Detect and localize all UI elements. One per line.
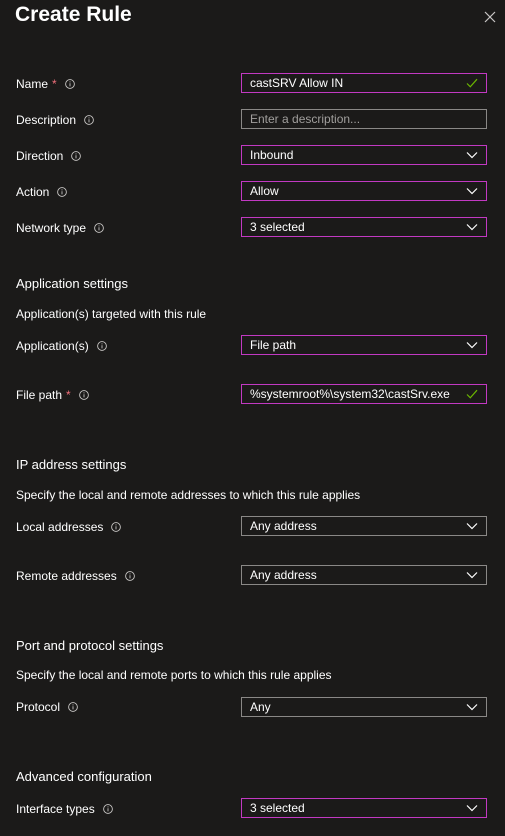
info-icon[interactable]	[103, 804, 113, 814]
chevron-down-icon	[466, 341, 478, 349]
description-label: Description	[16, 110, 94, 130]
info-icon[interactable]	[111, 522, 121, 532]
info-icon[interactable]	[84, 115, 94, 125]
protocol-dropdown[interactable]: Any	[241, 697, 487, 717]
create-rule-panel: Create Rule Name * castSRV Allow IN Desc…	[0, 0, 505, 836]
name-value: castSRV Allow IN	[250, 76, 344, 90]
protocol-value: Any	[250, 700, 271, 714]
action-label-text: Action	[16, 185, 50, 199]
applications-label-text: Application(s)	[16, 339, 89, 353]
network-type-value: 3 selected	[250, 220, 305, 234]
remote-addresses-label-text: Remote addresses	[16, 569, 117, 583]
ip-settings-description: Specify the local and remote addresses t…	[16, 488, 361, 502]
local-addresses-label: Local addresses	[16, 517, 121, 537]
panel-title: Create Rule	[15, 3, 132, 26]
info-icon[interactable]	[79, 390, 89, 400]
remote-addresses-label: Remote addresses	[16, 566, 135, 586]
application-settings-description: Application(s) targeted with this rule	[16, 307, 207, 321]
network-type-dropdown[interactable]: 3 selected	[241, 217, 487, 237]
chevron-down-icon	[466, 522, 478, 530]
advanced-heading: Advanced configuration	[16, 769, 152, 784]
network-type-label: Network type	[16, 218, 104, 238]
info-icon[interactable]	[65, 79, 75, 89]
checkmark-icon	[466, 78, 478, 88]
protocol-label: Protocol	[16, 697, 78, 717]
file-path-label: File path *	[16, 385, 89, 405]
chevron-down-icon	[466, 804, 478, 812]
name-label-text: Name	[16, 77, 49, 91]
info-icon[interactable]	[97, 341, 107, 351]
chevron-down-icon	[466, 223, 478, 231]
interface-types-label-text: Interface types	[16, 802, 95, 816]
info-icon[interactable]	[68, 702, 78, 712]
chevron-down-icon	[466, 151, 478, 159]
local-addresses-value: Any address	[250, 519, 317, 533]
chevron-down-icon	[466, 187, 478, 195]
info-icon[interactable]	[71, 151, 81, 161]
chevron-down-icon	[466, 703, 478, 711]
direction-value: Inbound	[250, 148, 294, 162]
description-placeholder: Enter a description...	[250, 112, 361, 126]
direction-label: Direction	[16, 146, 81, 166]
file-path-field[interactable]: %systemroot%\system32\castSrv.exe	[241, 384, 487, 404]
info-icon[interactable]	[94, 223, 104, 233]
applications-dropdown[interactable]: File path	[241, 335, 487, 355]
action-value: Allow	[250, 184, 279, 198]
application-settings-heading: Application settings	[16, 276, 129, 291]
direction-dropdown[interactable]: Inbound	[241, 145, 487, 165]
ip-settings-heading: IP address settings	[16, 457, 127, 472]
description-field[interactable]: Enter a description...	[241, 109, 487, 129]
close-icon[interactable]	[482, 9, 498, 25]
port-settings-heading: Port and protocol settings	[16, 638, 164, 653]
info-icon[interactable]	[57, 187, 67, 197]
local-addresses-dropdown[interactable]: Any address	[241, 516, 487, 536]
info-icon[interactable]	[125, 571, 135, 581]
interface-types-value: 3 selected	[250, 801, 305, 815]
interface-types-dropdown[interactable]: 3 selected	[241, 798, 487, 818]
action-dropdown[interactable]: Allow	[241, 181, 487, 201]
remote-addresses-value: Any address	[250, 568, 317, 582]
network-type-label-text: Network type	[16, 221, 87, 235]
port-settings-description: Specify the local and remote ports to wh…	[16, 668, 332, 682]
direction-label-text: Direction	[16, 149, 64, 163]
checkmark-icon	[466, 389, 478, 399]
file-path-value: %systemroot%\system32\castSrv.exe	[250, 387, 450, 401]
applications-label: Application(s)	[16, 336, 107, 356]
required-asterisk: *	[66, 388, 71, 402]
name-label: Name *	[16, 74, 75, 94]
applications-value: File path	[250, 338, 297, 352]
file-path-label-text: File path	[16, 388, 63, 402]
name-field[interactable]: castSRV Allow IN	[241, 73, 487, 93]
interface-types-label: Interface types	[16, 799, 113, 819]
description-label-text: Description	[16, 113, 77, 127]
remote-addresses-dropdown[interactable]: Any address	[241, 565, 487, 585]
action-label: Action	[16, 182, 67, 202]
chevron-down-icon	[466, 571, 478, 579]
local-addresses-label-text: Local addresses	[16, 520, 104, 534]
required-asterisk: *	[52, 77, 57, 91]
protocol-label-text: Protocol	[16, 700, 61, 714]
